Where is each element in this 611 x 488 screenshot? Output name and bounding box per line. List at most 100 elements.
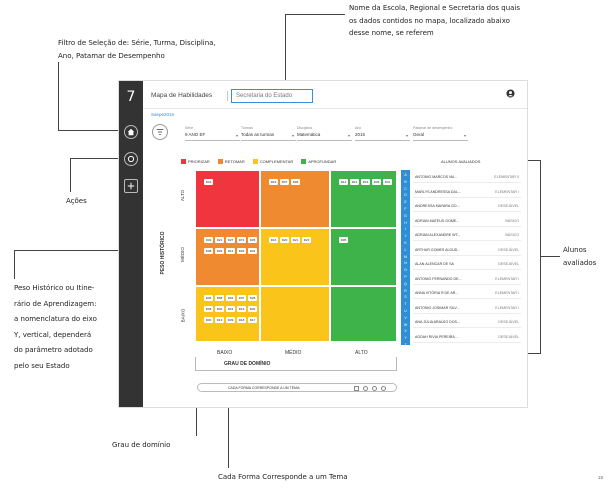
skill-badge[interactable]: D17 xyxy=(248,317,257,323)
skill-badge[interactable]: D13 xyxy=(215,317,224,323)
grid-button[interactable] xyxy=(124,179,138,193)
alphabet-letter[interactable]: K xyxy=(401,240,410,247)
filter-ano[interactable]: Ano 2016 ▾ xyxy=(355,126,410,141)
skill-badge[interactable]: D13 xyxy=(350,179,359,185)
skill-badge[interactable]: D02 xyxy=(226,295,235,301)
skill-badge[interactable]: D05 xyxy=(339,237,348,243)
circle-shape-icon[interactable] xyxy=(363,385,368,391)
skill-badge[interactable]: D20 xyxy=(280,237,289,243)
student-row[interactable]: ANTONIO MARCOS NU... ELEMENTAR II xyxy=(413,170,521,183)
skill-badge[interactable]: D32 xyxy=(204,237,213,243)
skill-badge[interactable]: D11 xyxy=(226,248,235,254)
alphabet-letter[interactable]: D xyxy=(401,192,410,199)
alphabet-letter[interactable]: N xyxy=(401,260,410,267)
skill-badge[interactable]: D27 xyxy=(226,237,235,243)
student-name: ADRIAN MATEUS GOME... xyxy=(415,218,460,223)
alphabet-letter[interactable]: G xyxy=(401,213,410,220)
breadcrumb[interactable]: Saepe2016 xyxy=(151,112,174,117)
alphabet-letter[interactable]: X xyxy=(401,328,410,335)
alphabet-letter[interactable]: E xyxy=(401,199,410,206)
student-row[interactable]: ANDRESSA MAYARA GO... DESEJÁVEL xyxy=(413,199,521,212)
skill-badge[interactable]: D33 xyxy=(226,306,235,312)
student-row[interactable]: ARTHUR GOMES ALDUD... DESEJÁVEL xyxy=(413,243,521,256)
alphabet-letter[interactable]: J xyxy=(401,233,410,240)
alphabet-letter[interactable]: P xyxy=(401,274,410,281)
student-row[interactable]: MARLYS ANDRESSA DAL... ELEMENTAR I xyxy=(413,185,521,198)
skill-badge[interactable]: D74 xyxy=(237,237,246,243)
matrix-cell: D14 D13 D16 D36 D41 xyxy=(330,170,397,228)
school-field[interactable]: Secretaria do Estado xyxy=(231,89,313,103)
student-row[interactable]: AGDAH RIVIA PEREIRA ... DESEJÁVEL xyxy=(413,330,521,343)
skill-badge[interactable]: D26 xyxy=(237,248,246,254)
skill-badge[interactable]: D36 xyxy=(204,295,213,301)
skill-badge[interactable]: D41 xyxy=(383,179,392,185)
filter-serie[interactable]: Série 9 ANO EF ▾ xyxy=(185,126,240,141)
filter-patamar[interactable]: Patamar de desempenho Geral ▾ xyxy=(413,126,468,141)
alphabet-letter[interactable]: Q xyxy=(401,281,410,288)
alphabet-letter[interactable]: I xyxy=(401,226,410,233)
alphabet-letter[interactable]: Y xyxy=(401,335,410,342)
matrix-cell: D19 D07 D06 xyxy=(260,170,330,228)
student-row[interactable]: ADRIAN MATEUS GOME... BÁSICO xyxy=(413,214,521,227)
alphabet-letter[interactable]: M xyxy=(401,254,410,261)
skill-badge[interactable]: D21 xyxy=(291,237,300,243)
student-row[interactable]: ANNA VITÓRIA R DE AR... ELEMENTAR I xyxy=(413,286,521,299)
student-row[interactable]: ANTONIO JOSIMAR SILV... ELEMENTAR I xyxy=(413,301,521,314)
filter-disciplina[interactable]: Disciplina Matemática ▾ xyxy=(297,126,352,141)
skill-badge[interactable]: D06 xyxy=(291,179,300,185)
skill-badge[interactable]: D38 xyxy=(204,306,213,312)
skill-badge[interactable]: D30 xyxy=(215,306,224,312)
skill-badge[interactable]: D36 xyxy=(372,179,381,185)
alphabet-letter[interactable]: W xyxy=(401,322,410,329)
skill-badge[interactable]: D16 xyxy=(269,237,278,243)
skill-badge[interactable]: D07 xyxy=(280,179,289,185)
skill-badge[interactable]: D21 xyxy=(215,237,224,243)
skill-badge[interactable]: D28 xyxy=(248,295,257,301)
skill-badge[interactable]: D19 xyxy=(237,306,246,312)
alphabet-letter[interactable]: F xyxy=(401,206,410,213)
student-name: ANTONIO FERNANDO DE... xyxy=(415,276,462,281)
skill-badge[interactable]: D08 xyxy=(215,295,224,301)
skill-badge[interactable]: D30 xyxy=(204,317,213,323)
circle-shape-icon[interactable] xyxy=(381,385,386,391)
alphabet-letter[interactable]: Z xyxy=(401,342,410,349)
skill-badge[interactable]: D14 xyxy=(339,179,348,185)
skill-badge[interactable]: D19 xyxy=(269,179,278,185)
alphabet-letter[interactable]: O xyxy=(401,267,410,274)
skill-badge[interactable]: D39 xyxy=(226,317,235,323)
alphabet-index[interactable]: ABCDEFGHIJKLMNOPQRSTUVWXYZ xyxy=(401,170,410,347)
skill-badge[interactable]: D23 xyxy=(302,237,311,243)
alphabet-letter[interactable]: S xyxy=(401,294,410,301)
circle-shape-icon[interactable] xyxy=(372,385,377,391)
alphabet-letter[interactable]: C xyxy=(401,186,410,193)
skill-badge[interactable]: D35 xyxy=(248,237,257,243)
skill-badge[interactable]: D18 xyxy=(237,317,246,323)
alphabet-letter[interactable]: T xyxy=(401,301,410,308)
filter-button[interactable] xyxy=(152,124,168,140)
user-icon[interactable] xyxy=(506,89,515,98)
student-row[interactable]: ALAN ALENCAR DE SA DESEJÁVEL xyxy=(413,257,521,270)
student-row[interactable]: ANTONIO FERNANDO DE... ELEMENTAR I xyxy=(413,272,521,285)
home-button[interactable] xyxy=(124,125,138,139)
filter-turmas[interactable]: Turmas Todas as turmas ▾ xyxy=(241,126,296,141)
alphabet-letter[interactable]: A xyxy=(401,172,410,179)
skill-badge[interactable]: D08 xyxy=(204,248,213,254)
student-row[interactable]: ANA JÚLIA ARAÚJO DOS... DESEJÁVEL xyxy=(413,315,521,328)
alphabet-letter[interactable]: U xyxy=(401,308,410,315)
alphabet-letter[interactable]: B xyxy=(401,179,410,186)
alphabet-letter[interactable]: H xyxy=(401,220,410,227)
alphabet-letter[interactable]: R xyxy=(401,288,410,295)
alphabet-letter[interactable]: V xyxy=(401,315,410,322)
refresh-button[interactable] xyxy=(124,152,138,166)
student-row[interactable]: ADRIAN ALEXANDRE WT... BÁSICO xyxy=(413,228,521,241)
skill-badge[interactable]: D34 xyxy=(248,248,257,254)
skill-badge[interactable]: D07 xyxy=(237,295,246,301)
skill-badge[interactable]: D16 xyxy=(361,179,370,185)
square-shape-icon[interactable] xyxy=(354,385,359,391)
skill-badge[interactable]: D03 xyxy=(215,248,224,254)
skill-badge[interactable]: D30 xyxy=(248,306,257,312)
alphabet-letter[interactable]: L xyxy=(401,247,410,254)
skill-badge[interactable]: D43 xyxy=(204,179,213,185)
grid-icon xyxy=(127,182,135,190)
annotation-line: pelo seu Estado xyxy=(14,361,70,370)
